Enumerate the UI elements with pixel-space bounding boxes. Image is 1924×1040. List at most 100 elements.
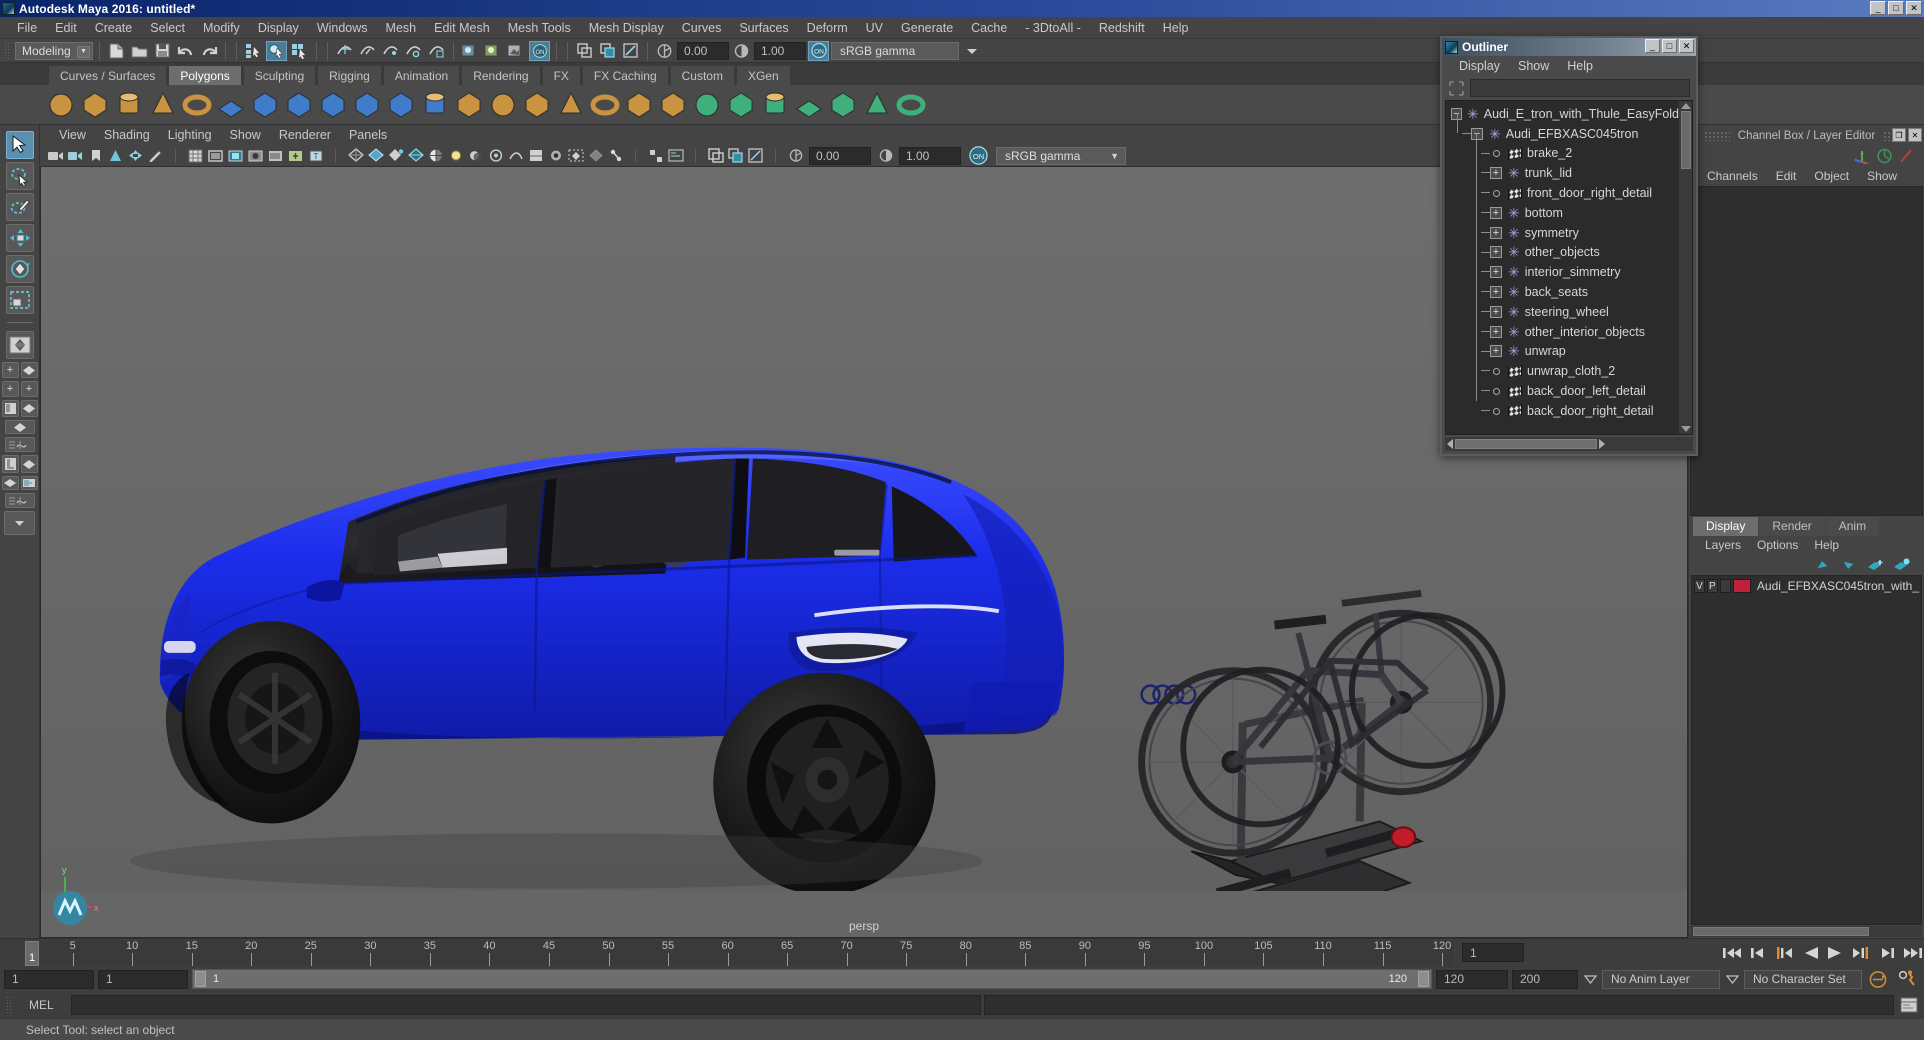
- viewport-resize-icon[interactable]: [746, 147, 765, 164]
- character-set-field[interactable]: No Character Set: [1744, 969, 1862, 989]
- channel-box-menu-edit[interactable]: Edit: [1768, 169, 1805, 183]
- step-back-frame-button[interactable]: [1773, 943, 1794, 963]
- anim-end-field-a[interactable]: 120: [1436, 969, 1508, 989]
- channel-box-menu-object[interactable]: Object: [1806, 169, 1857, 183]
- texture-display-icon[interactable]: [426, 147, 445, 164]
- shelf-button-combine[interactable]: [250, 89, 281, 120]
- layout-outliner-persp-button[interactable]: [1, 400, 19, 417]
- layout-persp-panel-button[interactable]: [1, 476, 19, 490]
- select-by-component-type-button[interactable]: [289, 41, 310, 61]
- multisample-aa-icon[interactable]: [526, 147, 545, 164]
- isolate-add-icon[interactable]: [726, 147, 745, 164]
- menu-item-redshift[interactable]: Redshift: [1090, 17, 1154, 39]
- window-controls[interactable]: _ □ ✕: [1870, 1, 1922, 15]
- redo-button[interactable]: [198, 41, 219, 61]
- outliner-item[interactable]: back_door_right_detail: [1446, 401, 1679, 421]
- outliner-window[interactable]: Outliner _ □ ✕ DisplayShowHelp −✳Audi_E_…: [1440, 36, 1698, 456]
- snap-to-points-icon[interactable]: [380, 41, 401, 61]
- shelf-button-target-weld[interactable]: [760, 89, 791, 120]
- playback-start-field[interactable]: 1: [98, 969, 188, 989]
- close-button[interactable]: ✕: [1906, 1, 1922, 15]
- outliner-item[interactable]: + ✳ unwrap: [1446, 342, 1679, 362]
- go-to-end-button[interactable]: [1903, 943, 1924, 963]
- menu-item-select[interactable]: Select: [141, 17, 194, 39]
- channel-box-menu-show[interactable]: Show: [1859, 169, 1905, 183]
- film-gate-icon[interactable]: [206, 147, 225, 164]
- menu-item-deform[interactable]: Deform: [798, 17, 857, 39]
- outliner-item[interactable]: + ✳ steering_wheel: [1446, 302, 1679, 322]
- shelf-button-quad-draw[interactable]: [794, 89, 825, 120]
- expand-toggle-icon[interactable]: +: [1490, 246, 1502, 259]
- layout-persp-outliner-button[interactable]: [1, 455, 19, 473]
- outliner-item[interactable]: unwrap_cloth_2: [1446, 361, 1679, 381]
- new-layer-icon[interactable]: [1867, 558, 1884, 572]
- save-scene-button[interactable]: [152, 41, 173, 61]
- viewport-color-toggle[interactable]: ON: [966, 146, 990, 165]
- screen-space-ao-icon[interactable]: [486, 147, 505, 164]
- shelf-button-plane[interactable]: [216, 89, 247, 120]
- shelf-tab-animation[interactable]: Animation: [382, 65, 461, 85]
- layout-persp-button[interactable]: [20, 362, 38, 378]
- menu-set-selector[interactable]: Modeling ▼: [15, 41, 93, 60]
- layer-visibility-toggle[interactable]: V: [1694, 579, 1705, 593]
- select-by-hierarchy-button[interactable]: [243, 41, 264, 61]
- shelf-tab-rigging[interactable]: Rigging: [317, 65, 382, 85]
- layer-editor-tab-anim[interactable]: Anim: [1825, 516, 1880, 536]
- isolate-toggle-icon[interactable]: [706, 147, 725, 164]
- menu-item-mesh-display[interactable]: Mesh Display: [580, 17, 673, 39]
- outliner-maximize-button[interactable]: □: [1662, 39, 1677, 53]
- shelf-button-multi-cut[interactable]: [828, 89, 859, 120]
- xray-joints-icon[interactable]: [606, 147, 625, 164]
- panel-grip-left[interactable]: [1703, 130, 1730, 141]
- outliner-title-bar[interactable]: Outliner _ □ ✕: [1442, 38, 1696, 56]
- viewport-menu-panels[interactable]: Panels: [340, 128, 396, 142]
- outliner-item[interactable]: brake_2: [1446, 144, 1679, 164]
- expand-toggle-icon[interactable]: +: [1490, 286, 1502, 299]
- search-filter-icon[interactable]: [1448, 80, 1465, 97]
- shelf-tab-custom[interactable]: Custom: [669, 65, 735, 85]
- wireframe-shading-icon[interactable]: [346, 147, 365, 164]
- scroll-right-arrow-icon[interactable]: [1598, 439, 1605, 449]
- toolbar-grip[interactable]: [4, 41, 10, 60]
- select-tool-button[interactable]: [5, 131, 34, 159]
- viewport-menu-renderer[interactable]: Renderer: [270, 128, 340, 142]
- layer-editor-menu-options[interactable]: Options: [1749, 538, 1806, 552]
- depth-of-field-icon[interactable]: [546, 147, 565, 164]
- shelf-tab-rendering[interactable]: Rendering: [461, 65, 541, 85]
- layout-hypershade-persp-button[interactable]: [4, 420, 35, 434]
- chevron-down-icon[interactable]: ▼: [77, 45, 90, 58]
- render-current-frame-icon[interactable]: [460, 41, 481, 61]
- snap-to-grids-icon[interactable]: [334, 41, 355, 61]
- two-d-pan-zoom-icon[interactable]: [126, 147, 145, 164]
- shelf-button-cube[interactable]: [80, 89, 111, 120]
- shelf-tab-polygons[interactable]: Polygons: [168, 65, 242, 85]
- command-input-field[interactable]: [71, 995, 981, 1015]
- layer-editor-menu-help[interactable]: Help: [1806, 538, 1847, 552]
- shelf-button-mirror[interactable]: [454, 89, 485, 120]
- scrollbar-thumb[interactable]: [1455, 439, 1597, 449]
- shelf-button-sculpt[interactable]: [692, 89, 723, 120]
- chevron-down-icon[interactable]: ▼: [1110, 151, 1119, 161]
- outliner-item[interactable]: back_door_left_detail: [1446, 381, 1679, 401]
- close-panel-button[interactable]: ✕: [1908, 128, 1922, 142]
- outliner-item[interactable]: −✳Audi_E_tron_with_Thule_EasyFold: [1446, 104, 1679, 124]
- snap-to-projected-center-icon[interactable]: [403, 41, 424, 61]
- anim-layer-field[interactable]: No Anim Layer: [1602, 969, 1720, 989]
- viewport-exposure-field[interactable]: 1.00: [899, 146, 961, 165]
- scrollbar-thumb[interactable]: [1680, 111, 1691, 169]
- scroll-left-arrow-icon[interactable]: [1447, 439, 1453, 449]
- undo-button[interactable]: [175, 41, 196, 61]
- play-backwards-button[interactable]: [1799, 943, 1820, 963]
- layer-type-toggle[interactable]: [1719, 579, 1731, 593]
- time-slider[interactable]: 1 5 10 15 20 25 30 35 40 45 50 55 60 65 70 75 80 85 90 95 1…: [0, 938, 1924, 966]
- maximize-button[interactable]: □: [1888, 1, 1904, 15]
- layout-more-dropdown[interactable]: [4, 511, 35, 535]
- hud-icon[interactable]: [666, 147, 685, 164]
- range-slider[interactable]: 1 120: [192, 969, 1432, 989]
- menu-item-curves[interactable]: Curves: [673, 17, 731, 39]
- paint-select-tool-button[interactable]: [5, 193, 34, 221]
- time-slider-track[interactable]: 1 5 10 15 20 25 30 35 40 45 50 55 60 65 70 75 80 85 90 95 1…: [25, 941, 1454, 966]
- shelf-button-cone[interactable]: [148, 89, 179, 120]
- outliner-item[interactable]: − ✳ Audi_EFBXASC045tron: [1446, 124, 1679, 144]
- outliner-item[interactable]: + ✳ other_interior_objects: [1446, 322, 1679, 342]
